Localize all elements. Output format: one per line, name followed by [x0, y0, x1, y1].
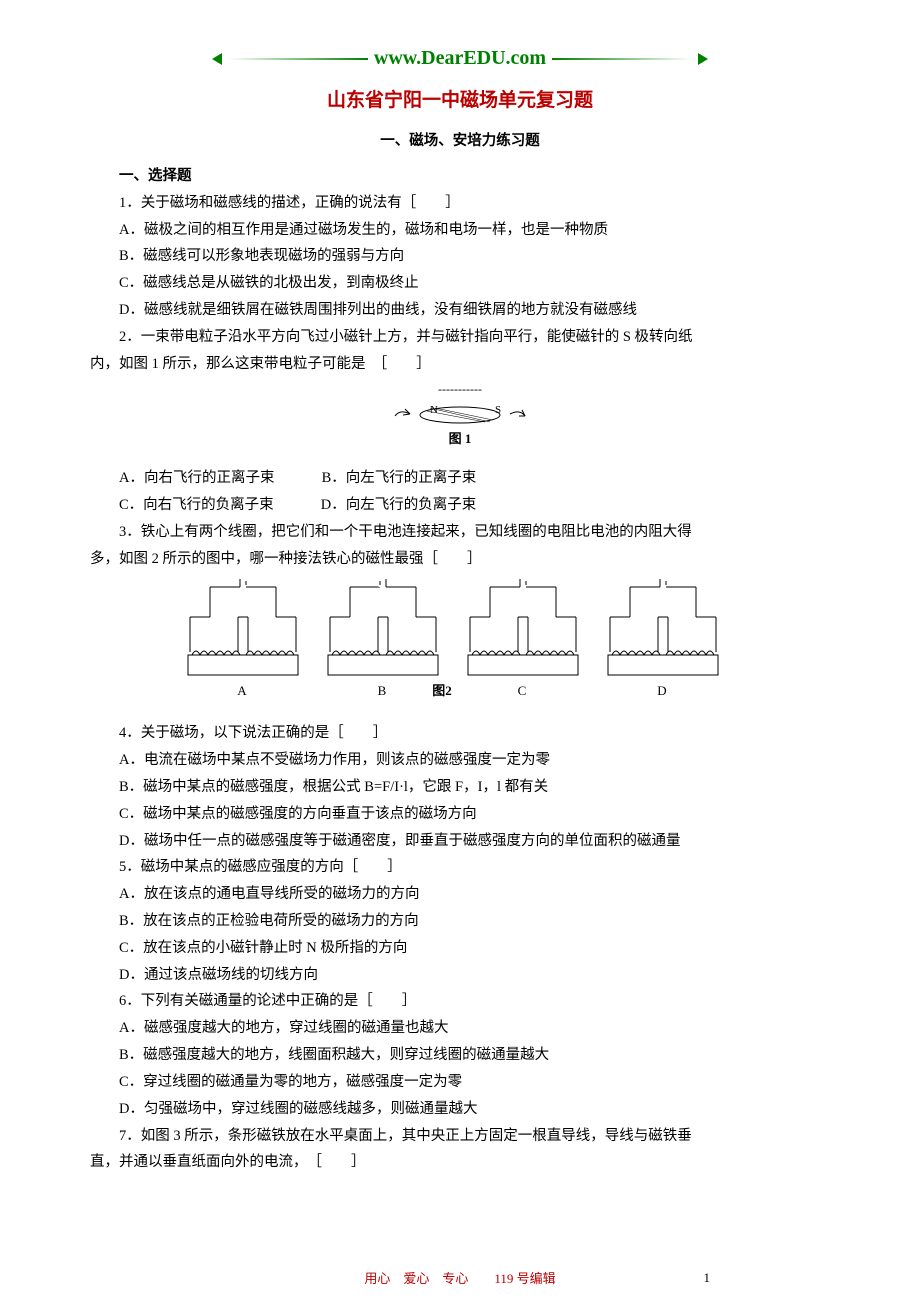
page-subtitle: 一、磁场、安培力练习题: [90, 128, 830, 155]
figure-1: ----------- N S 图 1: [90, 381, 830, 461]
fig1-dashes: -----------: [438, 382, 482, 396]
fig1-caption: 图 1: [449, 431, 472, 446]
site-logo: www.DearEDU.com: [90, 40, 830, 77]
fig1-label-n: N: [430, 404, 438, 416]
q2-stem-line1: 2．一束带电粒子沿水平方向飞过小磁针上方，并与磁针指向平行，能使磁针的 S 极转…: [90, 324, 830, 351]
figure-2: A B 图2 C D: [90, 577, 830, 717]
q7-stem-line1: 7．如图 3 所示，条形磁铁放在水平桌面上，其中央正上方固定一根直导线，导线与磁…: [90, 1123, 830, 1150]
q2-opt-b: B．向左飞行的正离子束: [322, 470, 477, 486]
q5-opt-b: B．放在该点的正检验电荷所受的磁场力的方向: [90, 908, 830, 935]
logo-arrow-left-icon: [212, 53, 222, 65]
q7-stem-line2: 直，并通以垂直纸面向外的电流， ［ ］: [90, 1149, 830, 1176]
q2-opt-a: A．向右飞行的正离子束: [119, 470, 274, 486]
q5-opt-c: C．放在该点的小磁针静止时 N 极所指的方向: [90, 935, 830, 962]
footer-motto: 用心 爱心 专心 119 号编辑: [364, 1271, 555, 1286]
q1-opt-d: D．磁感线就是细铁屑在磁铁周围排列出的曲线，没有细铁屑的地方就没有磁感线: [90, 297, 830, 324]
logo-swoosh-left-icon: [228, 52, 368, 66]
logo-swoosh-right-icon: [552, 52, 692, 66]
fig2-label-a: A: [237, 683, 247, 698]
q1-stem: 1．关于磁场和磁感线的描述，正确的说法有［ ］: [90, 190, 830, 217]
q3-stem-line1: 3．铁心上有两个线圈，把它们和一个干电池连接起来，已知线圈的电阻比电池的内阻大得: [90, 519, 830, 546]
q3-stem-line2: 多，如图 2 所示的图中，哪一种接法铁心的磁性最强［ ］: [90, 546, 830, 573]
logo-arrow-right-icon: [698, 53, 708, 65]
fig2-label-c: C: [518, 683, 527, 698]
q2-opt-d: D．向左飞行的负离子束: [321, 497, 476, 513]
footer-page-number: 1: [704, 1266, 711, 1290]
fig2-label-b: B: [378, 683, 387, 698]
q2-opt-c: C．向右飞行的负离子束: [119, 497, 274, 513]
page-title: 山东省宁阳一中磁场单元复习题: [90, 83, 830, 118]
q5-opt-a: A．放在该点的通电直导线所受的磁场力的方向: [90, 881, 830, 908]
fig2-label-d: D: [657, 683, 666, 698]
q4-stem: 4．关于磁场，以下说法正确的是［ ］: [90, 720, 830, 747]
q6-opt-c: C．穿过线圈的磁通量为零的地方，磁感强度一定为零: [90, 1069, 830, 1096]
q4-opt-b: B．磁场中某点的磁感强度，根据公式 B=F/I·l，它跟 F，I，l 都有关: [90, 774, 830, 801]
q1-opt-c: C．磁感线总是从磁铁的北极出发，到南极终止: [90, 270, 830, 297]
q6-opt-a: A．磁感强度越大的地方，穿过线圈的磁通量也越大: [90, 1015, 830, 1042]
q6-opt-b: B．磁感强度越大的地方，线圈面积越大，则穿过线圈的磁通量越大: [90, 1042, 830, 1069]
logo-text: www.DearEDU.com: [374, 40, 546, 77]
fig1-label-s: S: [495, 404, 501, 416]
q1-opt-a: A．磁极之间的相互作用是通过磁场发生的，磁场和电场一样，也是一种物质: [90, 217, 830, 244]
page-footer: 用心 爱心 专心 119 号编辑 1: [90, 1266, 830, 1293]
q5-opt-d: D．通过该点磁场线的切线方向: [90, 962, 830, 989]
q6-opt-d: D．匀强磁场中，穿过线圈的磁感线越多，则磁通量越大: [90, 1096, 830, 1123]
q2-opt-row-1: A．向右飞行的正离子束 B．向左飞行的正离子束: [90, 465, 830, 492]
fig2-caption: 图2: [432, 683, 452, 698]
q4-opt-a: A．电流在磁场中某点不受磁场力作用，则该点的磁感强度一定为零: [90, 747, 830, 774]
q6-stem: 6．下列有关磁通量的论述中正确的是［ ］: [90, 988, 830, 1015]
q5-stem: 5．磁场中某点的磁感应强度的方向［ ］: [90, 854, 830, 881]
q1-opt-b: B．磁感线可以形象地表现磁场的强弱与方向: [90, 243, 830, 270]
q2-opt-row-2: C．向右飞行的负离子束 D．向左飞行的负离子束: [90, 492, 830, 519]
q2-stem-line2: 内，如图 1 所示，那么这束带电粒子可能是 ［ ］: [90, 351, 830, 378]
q4-opt-c: C．磁场中某点的磁感强度的方向垂直于该点的磁场方向: [90, 801, 830, 828]
section-heading-1: 一、选择题: [90, 163, 830, 190]
q4-opt-d: D．磁场中任一点的磁感强度等于磁通密度，即垂直于磁感强度方向的单位面积的磁通量: [90, 828, 830, 855]
